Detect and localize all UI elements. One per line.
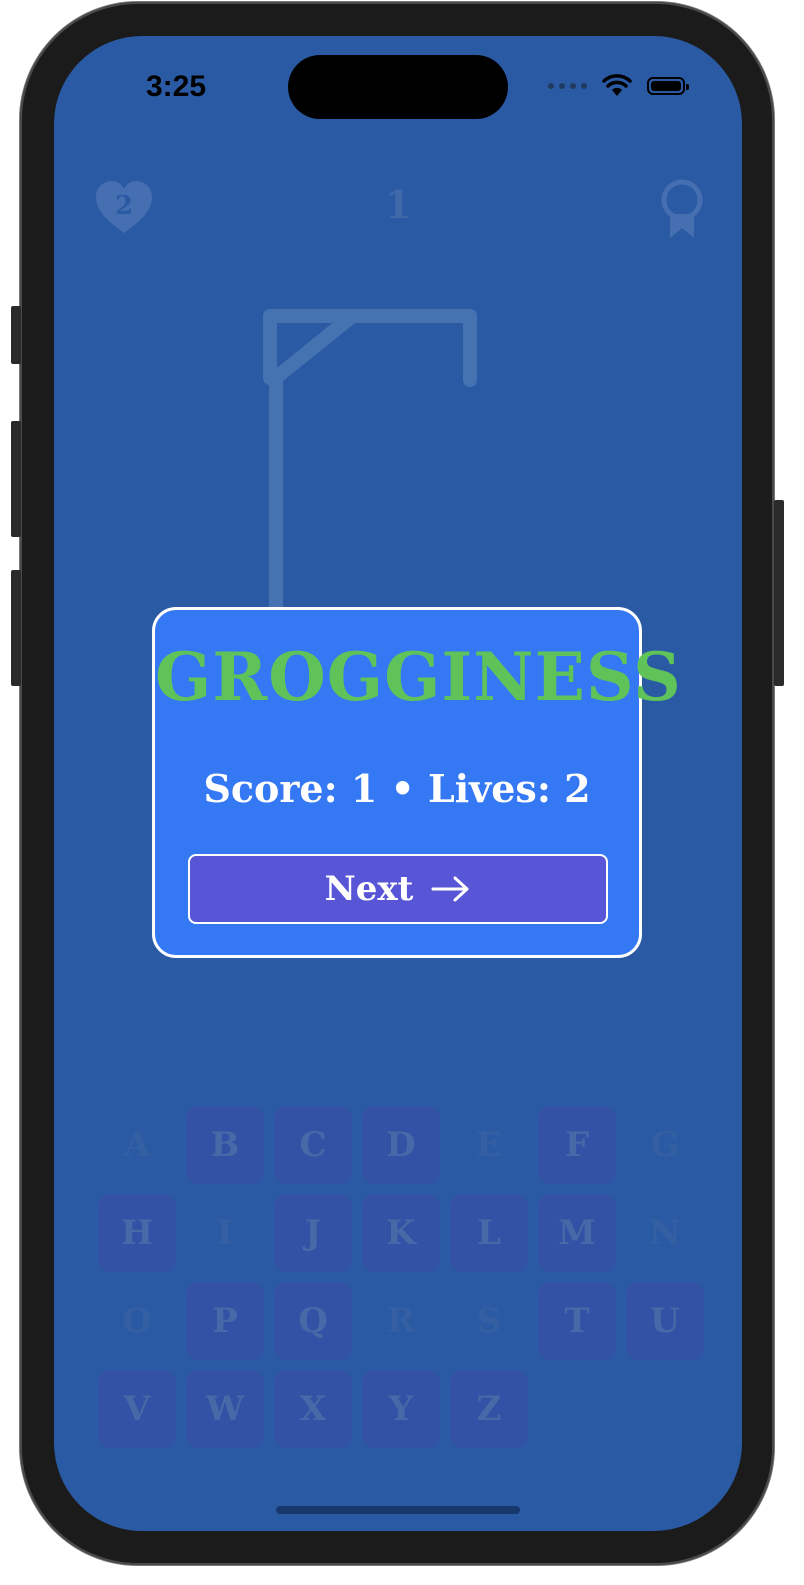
key-e[interactable]: E <box>450 1106 528 1184</box>
key-k[interactable]: K <box>362 1194 440 1272</box>
power-button <box>774 500 784 686</box>
action-button <box>11 306 21 364</box>
key-c[interactable]: C <box>274 1106 352 1184</box>
round-number: 1 <box>384 182 412 227</box>
key-i[interactable]: I <box>186 1194 264 1272</box>
key-s[interactable]: S <box>450 1282 528 1360</box>
key-l[interactable]: L <box>450 1194 528 1272</box>
volume-up-button <box>11 421 21 537</box>
key-a[interactable]: A <box>98 1106 176 1184</box>
key-o[interactable]: O <box>98 1282 176 1360</box>
key-f[interactable]: F <box>538 1106 616 1184</box>
home-indicator <box>276 1506 520 1514</box>
key-h[interactable]: H <box>98 1194 176 1272</box>
volume-down-button <box>11 570 21 686</box>
award-icon[interactable] <box>656 178 708 242</box>
key-p[interactable]: P <box>186 1282 264 1360</box>
key-q[interactable]: Q <box>274 1282 352 1360</box>
next-button-label: Next <box>324 869 414 909</box>
lives-count: 2 <box>114 191 134 221</box>
key-d[interactable]: D <box>362 1106 440 1184</box>
key-v[interactable]: V <box>98 1370 176 1448</box>
key-r[interactable]: R <box>362 1282 440 1360</box>
key-x[interactable]: X <box>274 1370 352 1448</box>
round-complete-dialog: GROGGINESS Score: 1 • Lives: 2 Next <box>152 607 682 958</box>
key-t[interactable]: T <box>538 1282 616 1360</box>
gallows-drawing <box>263 309 477 618</box>
arrow-right-icon <box>431 876 469 902</box>
key-g[interactable]: G <box>626 1106 704 1184</box>
next-button[interactable]: Next <box>188 854 608 924</box>
score-lives-text: Score: 1 • Lives: 2 <box>203 766 591 811</box>
key-w[interactable]: W <box>186 1370 264 1448</box>
screen: 3:25 2 1 ABCDEFGHIJKLMNOPQRSTUVWXYZ GROG… <box>54 36 742 1531</box>
key-m[interactable]: M <box>538 1194 616 1272</box>
key-n[interactable]: N <box>626 1194 704 1272</box>
key-y[interactable]: Y <box>362 1370 440 1448</box>
key-j[interactable]: J <box>274 1194 352 1272</box>
key-u[interactable]: U <box>626 1282 704 1360</box>
key-z[interactable]: Z <box>450 1370 528 1448</box>
key-b[interactable]: B <box>186 1106 264 1184</box>
revealed-word: GROGGINESS <box>155 638 682 716</box>
